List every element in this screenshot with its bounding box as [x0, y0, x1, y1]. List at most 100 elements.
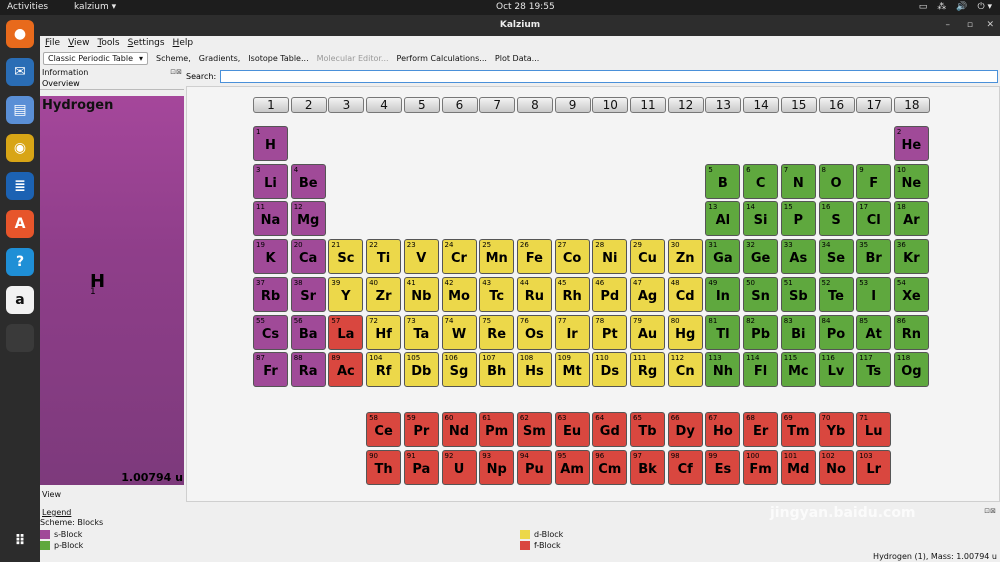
element-in[interactable]: 49 In: [705, 276, 741, 312]
element-xe[interactable]: 54 Xe: [893, 276, 929, 312]
element-db[interactable]: 105 Db: [403, 352, 439, 388]
element-co[interactable]: 27 Co: [554, 239, 590, 275]
element-ni[interactable]: 28 Ni: [592, 239, 628, 275]
activities-button[interactable]: Activities: [7, 2, 48, 12]
power-icon[interactable]: ⏻ ▾: [978, 2, 993, 12]
element-i[interactable]: 53 I: [856, 276, 892, 312]
element-re[interactable]: 75 Re: [479, 314, 515, 350]
element-rf[interactable]: 104 Rf: [366, 352, 402, 388]
element-ca[interactable]: 20 Ca: [290, 239, 326, 275]
element-cr[interactable]: 24 Cr: [441, 239, 477, 275]
element-nb[interactable]: 41 Nb: [403, 276, 439, 312]
element-am[interactable]: 95 Am: [554, 449, 590, 485]
element-hg[interactable]: 80 Hg: [667, 314, 703, 350]
element-u[interactable]: 92 U: [441, 449, 477, 485]
group-header-9[interactable]: 9: [554, 97, 591, 113]
element-kr[interactable]: 36 Kr: [893, 239, 929, 275]
element-mc[interactable]: 115 Mc: [780, 352, 816, 388]
amazon-icon[interactable]: a: [6, 286, 34, 314]
group-header-15[interactable]: 15: [780, 97, 817, 113]
group-header-4[interactable]: 4: [366, 97, 403, 113]
element-ga[interactable]: 31 Ga: [705, 239, 741, 275]
element-os[interactable]: 76 Os: [516, 314, 552, 350]
element-mg[interactable]: 12 Mg: [290, 201, 326, 237]
element-md[interactable]: 101 Md: [780, 449, 816, 485]
element-po[interactable]: 84 Po: [818, 314, 854, 350]
group-header-7[interactable]: 7: [479, 97, 516, 113]
element-p[interactable]: 15 P: [780, 201, 816, 237]
element-c[interactable]: 6C: [743, 163, 779, 199]
rhythmbox-icon[interactable]: ◉: [6, 134, 34, 162]
element-rh[interactable]: 45 Rh: [554, 276, 590, 312]
element-th[interactable]: 90 Th: [366, 449, 402, 485]
element-tl[interactable]: 81 Tl: [705, 314, 741, 350]
clock[interactable]: Oct 28 19:55: [496, 2, 555, 12]
group-header-6[interactable]: 6: [441, 97, 478, 113]
group-header-14[interactable]: 14: [743, 97, 780, 113]
element-np[interactable]: 93 Np: [479, 449, 515, 485]
element-fr[interactable]: 87 Fr: [253, 352, 288, 388]
element-k[interactable]: 19 K: [253, 239, 288, 275]
element-pt[interactable]: 78 Pt: [592, 314, 628, 350]
element-zr[interactable]: 40 Zr: [366, 276, 402, 312]
element-tc[interactable]: 43 Tc: [479, 276, 515, 312]
app-menu[interactable]: kalzium ▾: [74, 2, 116, 12]
group-header-12[interactable]: 12: [667, 97, 704, 113]
group-header-11[interactable]: 11: [630, 97, 666, 113]
element-ge[interactable]: 32 Ge: [743, 239, 779, 275]
element-as[interactable]: 33 As: [780, 239, 816, 275]
element-cf[interactable]: 98 Cf: [667, 449, 703, 485]
element-pm[interactable]: 61 Pm: [479, 411, 515, 447]
element-fe[interactable]: 26 Fe: [516, 239, 552, 275]
element-sb[interactable]: 51 Sb: [780, 276, 816, 312]
element-sm[interactable]: 62 Sm: [516, 411, 552, 447]
perform-calculations-button[interactable]: Perform Calculations...: [397, 54, 487, 63]
group-header-10[interactable]: 10: [592, 97, 629, 113]
element-es[interactable]: 99 Es: [705, 449, 741, 485]
element-lu[interactable]: 71 Lu: [856, 411, 892, 447]
element-ra[interactable]: 88 Ra: [290, 352, 326, 388]
element-ts[interactable]: 117 Ts: [856, 352, 892, 388]
element-sg[interactable]: 106 Sg: [441, 352, 477, 388]
element-hs[interactable]: 108 Hs: [516, 352, 552, 388]
menu-tools[interactable]: Tools: [97, 36, 119, 50]
element-v[interactable]: 23 V: [403, 239, 439, 275]
element-ir[interactable]: 77 Ir: [554, 314, 590, 350]
element-n[interactable]: 7N: [780, 163, 816, 199]
group-header-1[interactable]: 1: [253, 97, 289, 113]
element-og[interactable]: 118 Og: [893, 352, 929, 388]
element-fm[interactable]: 100 Fm: [743, 449, 779, 485]
gradients-button[interactable]: Gradients,: [199, 54, 241, 63]
element-bk[interactable]: 97 Bk: [630, 449, 665, 485]
element-ar[interactable]: 18 Ar: [893, 201, 929, 237]
element-bh[interactable]: 107 Bh: [479, 352, 515, 388]
show-apps-icon[interactable]: ⠿: [6, 527, 34, 555]
search-input[interactable]: [220, 69, 999, 83]
element-no[interactable]: 102 No: [818, 449, 854, 485]
maximize-button[interactable]: ▫: [967, 15, 973, 36]
element-mo[interactable]: 42 Mo: [441, 276, 477, 312]
element-dy[interactable]: 66 Dy: [667, 411, 703, 447]
element-rb[interactable]: 37 Rb: [253, 276, 288, 312]
element-ag[interactable]: 47 Ag: [630, 276, 665, 312]
writer-icon[interactable]: ≣: [6, 172, 34, 200]
table-type-select[interactable]: Classic Periodic Table ▾: [43, 51, 149, 65]
element-pr[interactable]: 59 Pr: [403, 411, 439, 447]
group-header-17[interactable]: 17: [856, 97, 893, 113]
element-yb[interactable]: 70 Yb: [818, 411, 854, 447]
group-header-2[interactable]: 2: [290, 97, 327, 113]
element-cm[interactable]: 96 Cm: [592, 449, 628, 485]
element-br[interactable]: 35 Br: [856, 239, 892, 275]
element-te[interactable]: 52 Te: [818, 276, 854, 312]
element-cu[interactable]: 29 Cu: [630, 239, 665, 275]
element-pa[interactable]: 91 Pa: [403, 449, 439, 485]
element-eu[interactable]: 63 Eu: [554, 411, 590, 447]
kalzium-dock-icon[interactable]: [6, 324, 34, 352]
tab-overview[interactable]: Overview: [40, 78, 184, 90]
element-bi[interactable]: 83 Bi: [780, 314, 816, 350]
element-o[interactable]: 8O: [818, 163, 854, 199]
scheme-button[interactable]: Scheme,: [156, 54, 191, 63]
element-pd[interactable]: 46 Pd: [592, 276, 628, 312]
element-la[interactable]: 57 La: [328, 314, 364, 350]
element-rn[interactable]: 86 Rn: [893, 314, 929, 350]
